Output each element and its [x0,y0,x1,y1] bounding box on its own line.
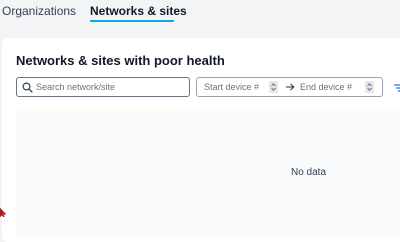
empty-state-text: No data [291,167,327,178]
empty-table-area [16,111,400,237]
stepper-arrows-icon [271,83,276,91]
end-device-field[interactable]: End device # [300,82,352,92]
filter-icon[interactable] [394,84,400,92]
end-device-stepper[interactable] [365,81,374,93]
start-device-stepper[interactable] [269,81,278,93]
mouse-cursor-icon [0,208,6,217]
start-device-field[interactable]: Start device # [204,82,259,92]
stepper-arrows-icon [367,83,372,91]
tab-networks-sites[interactable]: Networks & sites [90,4,187,18]
tab-bar: Organizations Networks & sites [0,0,400,28]
search-input[interactable] [36,79,184,95]
search-box[interactable] [16,77,190,97]
card-title: Networks & sites with poor health [16,53,225,68]
poor-health-card: Networks & sites with poor health Start … [2,38,400,242]
search-icon [22,82,33,93]
tab-organizations[interactable]: Organizations [2,4,76,18]
device-range-input: Start device # End device # [196,77,383,97]
arrow-right-icon [286,83,295,91]
active-tab-indicator [90,20,174,22]
